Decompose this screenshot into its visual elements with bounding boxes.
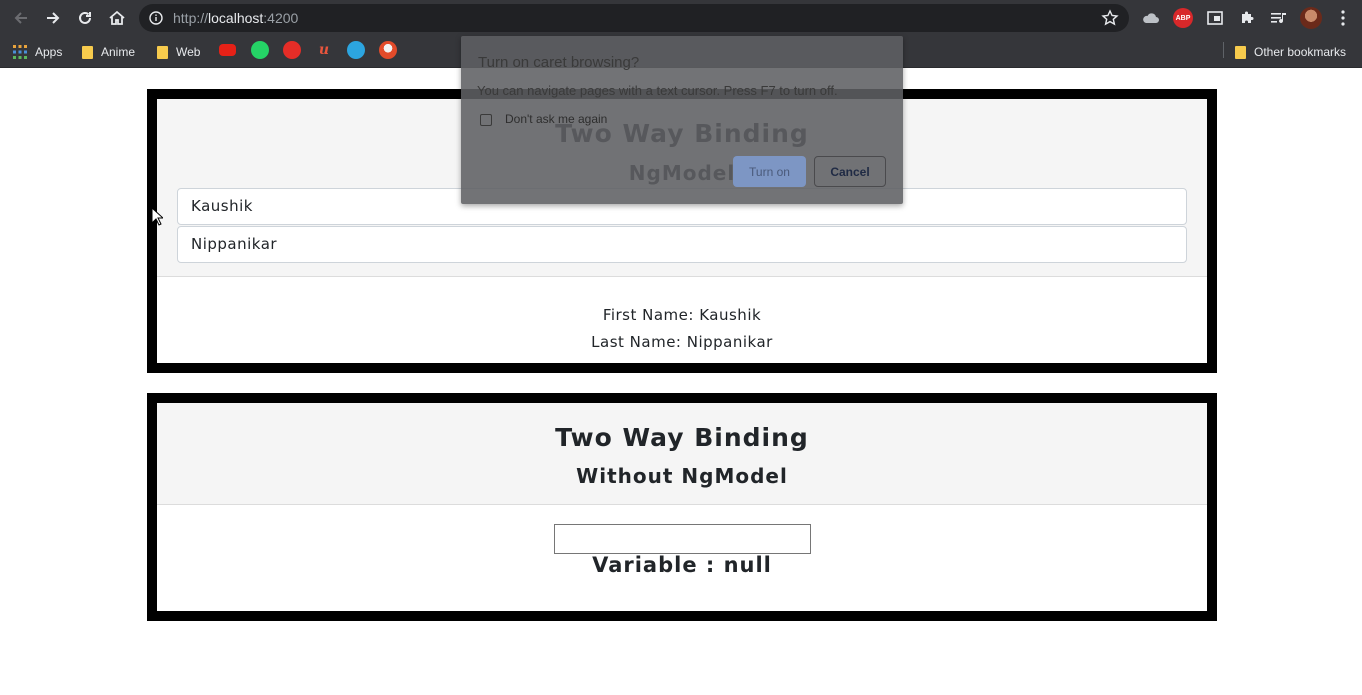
browser-toolbar: http://localhost:4200 ABP [0,0,1362,36]
folder-icon [82,45,93,59]
folder-icon [157,45,168,59]
puzzle-icon [1242,11,1254,23]
reload-button[interactable] [73,6,97,30]
bookmark-other[interactable]: Other bookmarks [1235,42,1346,62]
bookmarks-separator [1223,42,1224,58]
extensions-button[interactable] [1236,7,1258,29]
variable-input[interactable] [554,524,811,554]
media-control-button[interactable] [1268,7,1290,29]
apps-grid-icon [13,45,27,59]
youtube-music-icon[interactable] [283,41,301,59]
dont-ask-checkbox[interactable] [480,114,492,126]
back-button[interactable] [9,6,33,30]
url-scheme: http:// [173,10,209,26]
turn-on-button[interactable]: Turn on [733,156,806,187]
forward-arrow-icon [47,12,60,24]
mouse-cursor-icon [151,207,163,226]
profile-avatar-button[interactable] [1300,7,1322,29]
info-icon[interactable] [149,11,163,25]
bookmark-star-icon[interactable] [1101,9,1119,27]
dont-ask-label[interactable]: Don't ask me again [505,112,607,126]
dialog-message: You can navigate pages with a text curso… [477,83,838,98]
last-name-output: Last Name: Nippanikar [591,333,773,351]
extension-window-button[interactable] [1204,7,1226,29]
pokeball-icon[interactable] [379,41,397,59]
address-bar[interactable]: http://localhost:4200 [139,4,1129,32]
cloud-icon [1143,13,1159,23]
bookmark-folder-web[interactable]: Web [157,42,200,62]
forward-button[interactable] [41,6,65,30]
bookmark-apps-label: Apps [35,45,63,59]
without-ngmodel-card: Two Way Binding Without NgModel Variable… [147,393,1217,621]
youtube-icon[interactable] [219,44,236,56]
card-subtitle: Without NgModel [576,464,788,488]
extension-cloud-button[interactable] [1140,7,1162,29]
bookmark-anime-label: Anime [101,45,136,59]
playlist-icon [1271,13,1286,24]
adblock-plus-button[interactable]: ABP [1172,7,1194,29]
folder-icon [1235,45,1246,59]
udemy-icon[interactable]: u [315,41,333,59]
bookmark-web-label: Web [176,45,201,59]
window-icon [1207,11,1223,25]
reload-icon [79,11,91,24]
url-text[interactable]: http://localhost:4200 [173,10,298,26]
variable-output: Variable : null [592,553,772,577]
last-name-input[interactable]: Nippanikar [177,226,1187,263]
other-bookmarks-label: Other bookmarks [1254,45,1347,59]
first-name-output: First Name: Kaushik [602,306,762,324]
whatsapp-icon[interactable] [251,41,269,59]
avatar [1300,7,1322,29]
menu-button[interactable] [1332,7,1354,29]
kebab-menu-icon [1341,10,1345,26]
url-host: localhost [208,10,264,26]
bookmark-folder-anime[interactable]: Anime [82,42,135,62]
url-port: :4200 [263,10,299,26]
home-button[interactable] [105,6,129,30]
abp-icon: ABP [1173,8,1193,28]
without-ngmodel-card-header: Two Way Binding Without NgModel [157,403,1207,505]
bookmark-apps[interactable]: Apps [13,42,62,62]
telegram-icon[interactable] [347,41,365,59]
caret-browsing-dialog: Turn on caret browsing? You can navigate… [461,36,903,204]
card-title: Two Way Binding [555,423,809,452]
back-arrow-icon [14,12,27,24]
cancel-button[interactable]: Cancel [814,156,886,187]
home-icon [109,10,125,25]
dialog-title: Turn on caret browsing? [478,54,640,71]
